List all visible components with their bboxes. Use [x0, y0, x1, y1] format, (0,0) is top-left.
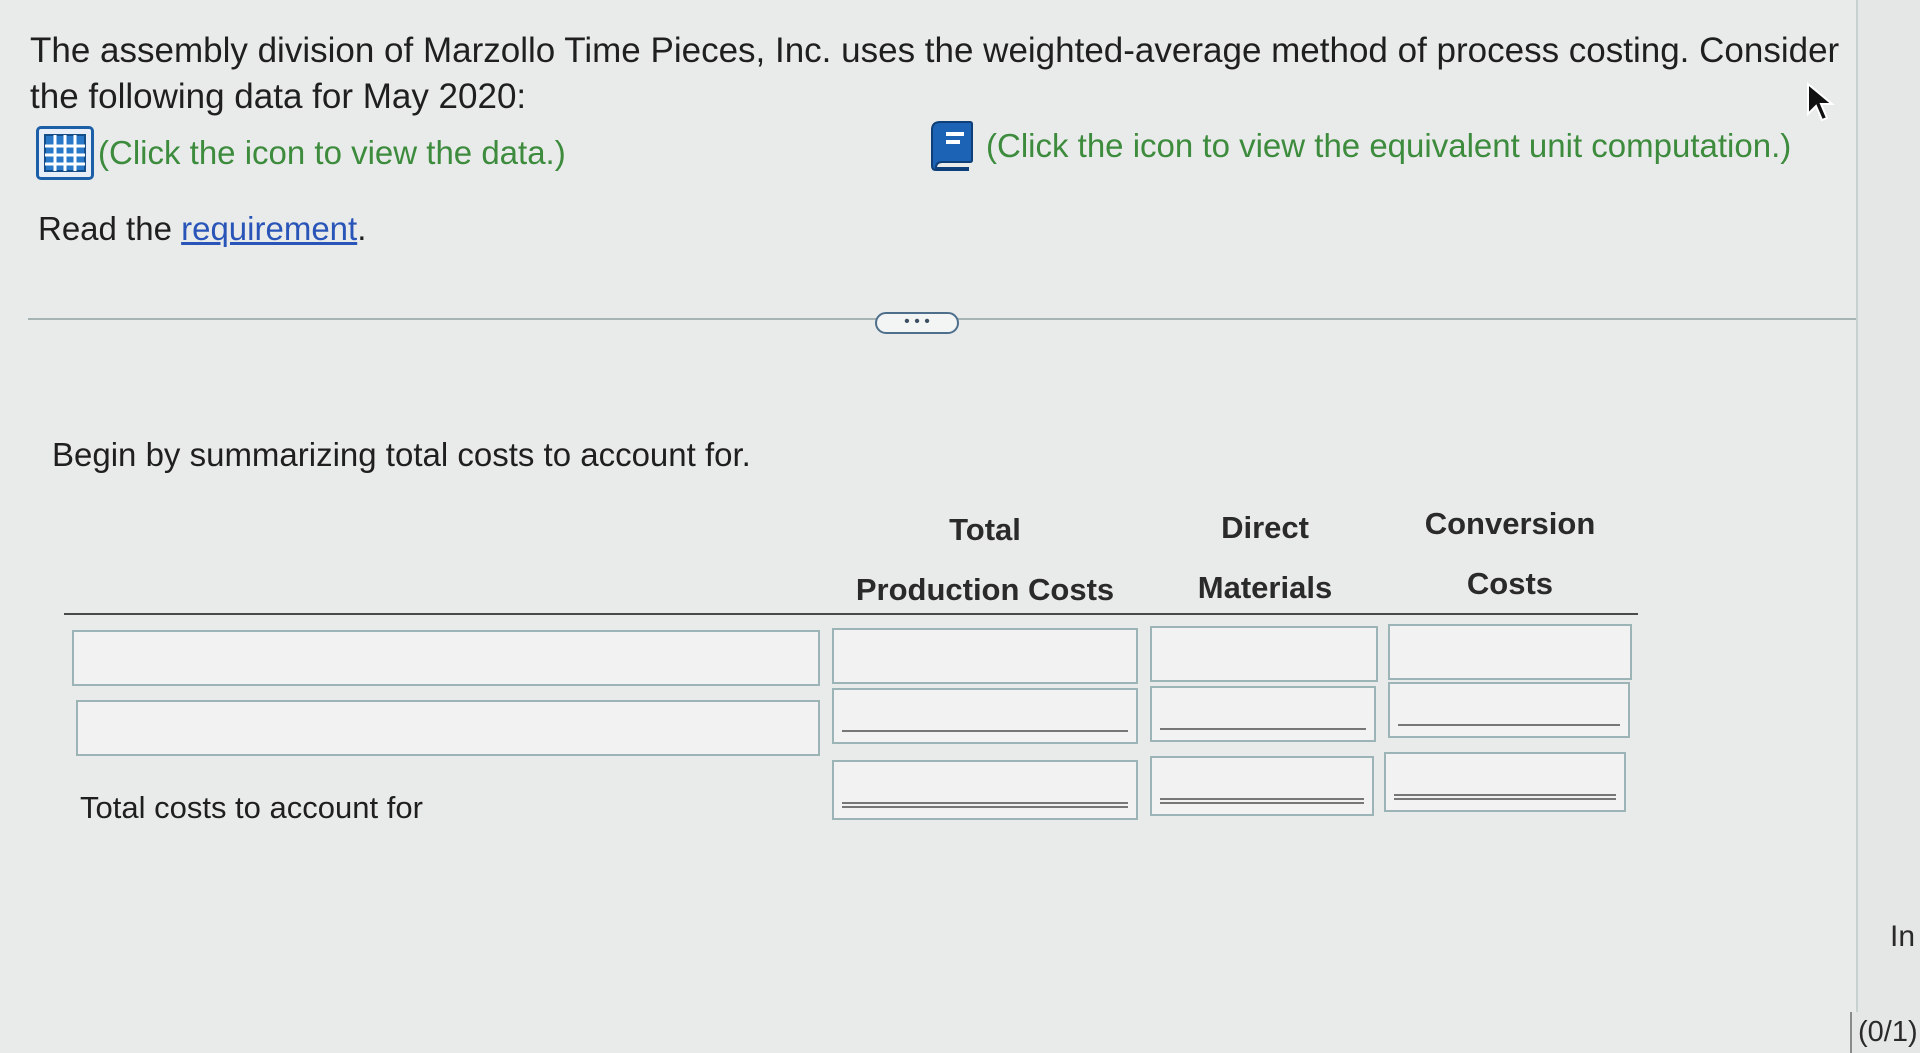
data-table-icon[interactable]: [36, 126, 94, 180]
row2-conversion-costs-input[interactable]: [1388, 682, 1630, 738]
row2-label-input[interactable]: [78, 702, 818, 754]
mouse-pointer-icon: [1807, 82, 1835, 122]
problem-line-1: The assembly division of Marzollo Time P…: [30, 31, 1840, 70]
row1-direct-materials-field[interactable]: [1152, 628, 1376, 680]
column-header-line2: Costs: [1466, 566, 1554, 601]
row2-label-select[interactable]: [76, 700, 820, 756]
row1-total-production-costs-input[interactable]: [832, 628, 1138, 684]
row1-total-input[interactable]: [834, 630, 1136, 682]
right-side-panel: [1856, 0, 1920, 1052]
row2-total-input[interactable]: [834, 690, 1136, 742]
table-header-rule: [64, 613, 1638, 615]
row2-direct-materials-field[interactable]: [1152, 688, 1374, 740]
column-header-line2: Materials: [1197, 570, 1333, 605]
instruction-text: Begin by summarizing total costs to acco…: [52, 436, 751, 473]
view-equivalent-units-link-text[interactable]: (Click the icon to view the equivalent u…: [986, 127, 1791, 165]
column-header-total-production-costs: Total Production Costs: [840, 512, 1130, 608]
column-header-direct-materials: Direct Materials: [1150, 510, 1380, 606]
column-header-line1: Total: [949, 512, 1021, 547]
equivalent-units-book-icon[interactable]: [930, 120, 974, 172]
total-production-costs-field[interactable]: [834, 762, 1136, 818]
column-header-line1: Conversion: [1424, 506, 1596, 541]
requirement-link[interactable]: requirement: [181, 210, 357, 247]
row1-conversion-costs-field[interactable]: [1390, 626, 1630, 678]
problem-statement: The assembly division of Marzollo Time P…: [30, 28, 1850, 120]
read-requirement-line: Read the requirement.: [38, 210, 366, 248]
total-conversion-costs-field[interactable]: [1386, 754, 1624, 810]
page: The assembly division of Marzollo Time P…: [0, 0, 1920, 1053]
column-header-conversion-costs: Conversion Costs: [1390, 506, 1630, 602]
view-data-link[interactable]: (Click the icon to view the data.): [36, 126, 566, 180]
row1-conversion-costs-input[interactable]: [1388, 624, 1632, 680]
expand-button[interactable]: • • •: [875, 312, 959, 334]
question-score: (0/1): [1850, 1012, 1920, 1053]
total-costs-label: Total costs to account for: [80, 790, 423, 825]
row1-label-select[interactable]: [72, 630, 820, 686]
view-equivalent-units-link[interactable]: (Click the icon to view the equivalent u…: [930, 120, 1791, 172]
view-data-link-text[interactable]: (Click the icon to view the data.): [98, 134, 566, 172]
total-direct-materials-input[interactable]: [1150, 756, 1374, 816]
problem-line-2: the following data for May 2020:: [30, 77, 527, 116]
row1-direct-materials-input[interactable]: [1150, 626, 1378, 682]
row1-label-input[interactable]: [74, 632, 818, 684]
column-header-line2: Production Costs: [855, 572, 1115, 607]
total-production-costs-input[interactable]: [832, 760, 1138, 820]
total-direct-materials-field[interactable]: [1152, 758, 1372, 814]
total-conversion-costs-input[interactable]: [1384, 752, 1626, 812]
column-header-line1: Direct: [1221, 510, 1309, 545]
row2-direct-materials-input[interactable]: [1150, 686, 1376, 742]
read-prefix: Read the: [38, 210, 182, 247]
row2-total-production-costs-input[interactable]: [832, 688, 1138, 744]
row2-conversion-costs-field[interactable]: [1390, 684, 1628, 736]
side-panel-label: In: [1890, 920, 1916, 953]
read-suffix: .: [357, 210, 367, 247]
